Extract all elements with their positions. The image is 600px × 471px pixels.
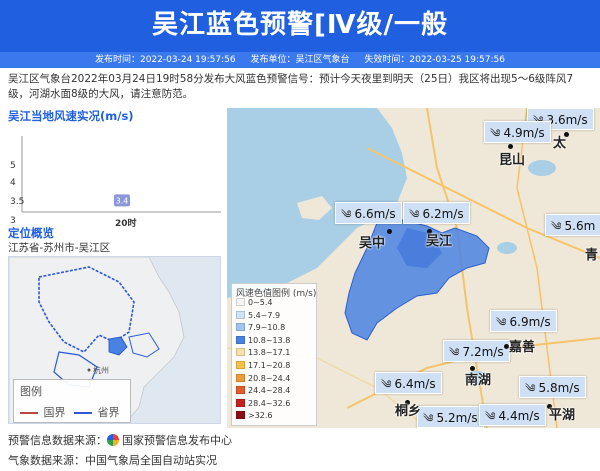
wind-legend-label: 20.8~24.4 — [248, 373, 291, 383]
wind-station-label[interactable]: ༄ 6.2m/s — [403, 202, 470, 224]
wind-station-label[interactable]: ༄ 6.9m/s — [490, 310, 557, 332]
wind-legend-swatch — [236, 386, 245, 395]
warning-source: 预警信息数据来源： 国家预警信息发布中心 — [8, 432, 232, 448]
legend-national: 国界 — [20, 404, 66, 420]
wind-station-label[interactable]: ༄ 5.8m/s — [519, 376, 586, 398]
wind-icon: ༄ — [485, 410, 496, 423]
wind-station-label[interactable]: ༄ 4.9m/s — [484, 121, 551, 143]
wind-legend-row: 28.4~32.6 — [236, 398, 291, 409]
wind-legend-label: 0~5.4 — [248, 298, 273, 307]
wind-station-label[interactable]: ༄ 6.4m/s — [375, 372, 442, 394]
city-tongxiang: 桐乡 — [395, 404, 422, 419]
hangzhou-dot — [87, 368, 91, 372]
hangzhou-label: 杭州 — [93, 365, 109, 375]
wind-legend-row: 10.8~13.8 — [236, 335, 291, 346]
expire-time: 失效时间：2022-03-25 19:57:56 — [364, 55, 505, 65]
wind-station-label[interactable]: ༄ 6.6m/s — [335, 202, 402, 224]
wind-legend-row: 0~5.4 — [236, 298, 273, 308]
wind-legend-row: >32.6 — [236, 411, 273, 421]
wind-station-label[interactable]: ༄ 5.2m/s — [417, 406, 484, 428]
wind-speed-data-label: 3.4 — [116, 196, 129, 205]
x-tick-label: 20时 — [115, 217, 137, 228]
wind-legend-row: 20.8~24.4 — [236, 373, 291, 384]
wind-legend-swatch — [236, 335, 245, 344]
wind-speed-chart: 5 4 3.5 3 20时 3.4 — [8, 124, 221, 228]
wind-icon: ༄ — [525, 382, 536, 395]
location-mini-map[interactable]: 杭州 图例 国界 省界 — [8, 256, 221, 424]
location-title: 定位概览 — [8, 226, 54, 240]
wind-color-legend: 风速色值图例 (m/s) 0~5.4 5.4~7.9 7.9~10.8 10.8~13… — [231, 283, 317, 426]
legend-national-label: 国界 — [43, 406, 66, 419]
national-border-icon — [20, 412, 38, 414]
y-tick-label: 3.5 — [10, 197, 24, 207]
wind-station-label[interactable]: ༄ 4.4m/s — [479, 404, 546, 426]
realtime-panel: 吴江当地风速实况(m/s) 5 4 3.5 3 20时 3.4 — [8, 108, 221, 228]
city-wujiang: 吴江 — [426, 234, 453, 249]
location-path: 江苏省-苏州市-吴江区 — [8, 242, 111, 254]
wind-legend-label: 5.4~7.9 — [248, 310, 281, 320]
wind-legend-label: 28.4~32.6 — [248, 398, 291, 408]
wind-speed-chart-svg: 5 4 3.5 3 20时 3.4 — [10, 136, 221, 228]
wind-legend-swatch — [236, 373, 245, 382]
wind-legend-swatch — [236, 398, 245, 407]
wind-icon: ༄ — [490, 127, 501, 140]
wind-legend-row: 17.1~20.8 — [236, 361, 290, 371]
y-tick-label: 4 — [10, 178, 16, 188]
wind-legend-label: 7.9~10.8 — [248, 323, 286, 333]
wind-icon: ༄ — [381, 378, 392, 391]
city-taicang: 太 — [553, 136, 567, 151]
wind-legend-label: 17.1~20.8 — [248, 361, 291, 370]
small-lake — [528, 160, 556, 176]
small-lake — [497, 242, 517, 254]
warning-meta-bar: 发布时间：2022-03-24 19:57:56 发布单位：吴江区气象台 失效时… — [0, 52, 600, 68]
legend-provincial-label: 省界 — [97, 406, 120, 419]
wind-icon: ༄ — [449, 346, 460, 359]
city-pinghu: 平湖 — [549, 408, 576, 423]
wind-legend-swatch — [236, 411, 245, 420]
issuer: 发布单位：吴江区气象台 — [250, 55, 350, 65]
wind-station-label[interactable]: ༄ 5.6m — [545, 214, 600, 236]
wind-legend-swatch — [236, 348, 245, 357]
weather-source: 气象数据来源：中国气象局全国自动站实况 — [8, 454, 217, 467]
bar-layer: 3.4 — [114, 194, 130, 207]
wind-legend-label: >32.6 — [248, 411, 273, 421]
y-tick-label: 5 — [10, 161, 16, 171]
city-qingpu: 青 — [585, 248, 599, 263]
warning-title: 吴江蓝色预警[Ⅳ级/一般 — [152, 10, 448, 40]
wind-legend-row: 5.4~7.9 — [236, 310, 281, 321]
city-kunshan: 昆山 — [499, 153, 526, 168]
city-jiashan: 嘉善 — [509, 340, 536, 355]
wind-legend-label: 24.4~28.4 — [248, 386, 291, 396]
city-dot — [387, 229, 392, 234]
city-wuzhong: 吴中 — [359, 236, 386, 251]
city-nanhu: 南湖 — [465, 373, 492, 388]
legend-provincial: 省界 — [74, 404, 120, 420]
wind-icon: ༄ — [496, 316, 507, 329]
wind-legend-row: 24.4~28.4 — [236, 386, 290, 396]
wind-icon: ༄ — [551, 220, 562, 233]
source-logo-icon — [107, 434, 119, 446]
realtime-title: 吴江当地风速实况(m/s) — [8, 109, 134, 123]
wind-icon: ༄ — [409, 208, 420, 221]
wind-map[interactable]: 风速色值图例 (m/s) 0~5.4 5.4~7.9 7.9~10.8 10.8~13… — [227, 108, 600, 428]
wind-legend-swatch — [236, 310, 245, 319]
warning-header: 吴江蓝色预警[Ⅳ级/一般 — [0, 0, 600, 52]
legend-title: 图例 — [20, 385, 42, 398]
wind-legend-row: 7.9~10.8 — [236, 323, 285, 333]
wind-legend-label: 10.8~13.8 — [248, 335, 291, 345]
wind-icon: ༄ — [423, 412, 434, 425]
wind-legend-swatch — [236, 298, 245, 306]
issue-time: 发布时间：2022-03-24 19:57:56 — [95, 55, 236, 65]
wind-station-label[interactable]: ༄ 7.2m/s — [443, 340, 510, 362]
map-legend: 图例 国界 省界 — [13, 379, 131, 423]
wind-legend-label: 13.8~17.1 — [248, 348, 291, 358]
warning-source-label: 预警信息数据来源： — [8, 434, 107, 447]
warning-source-name[interactable]: 国家预警信息发布中心 — [122, 434, 232, 447]
wind-legend-row: 13.8~17.1 — [236, 348, 290, 358]
wind-legend-swatch — [236, 361, 245, 369]
wind-legend-swatch — [236, 323, 245, 332]
provincial-border-icon — [74, 412, 92, 414]
wind-icon: ༄ — [341, 208, 352, 221]
warning-description: 吴江区气象台2022年03月24日19时58分发布大风蓝色预警信号：预计今天夜里… — [8, 73, 574, 100]
